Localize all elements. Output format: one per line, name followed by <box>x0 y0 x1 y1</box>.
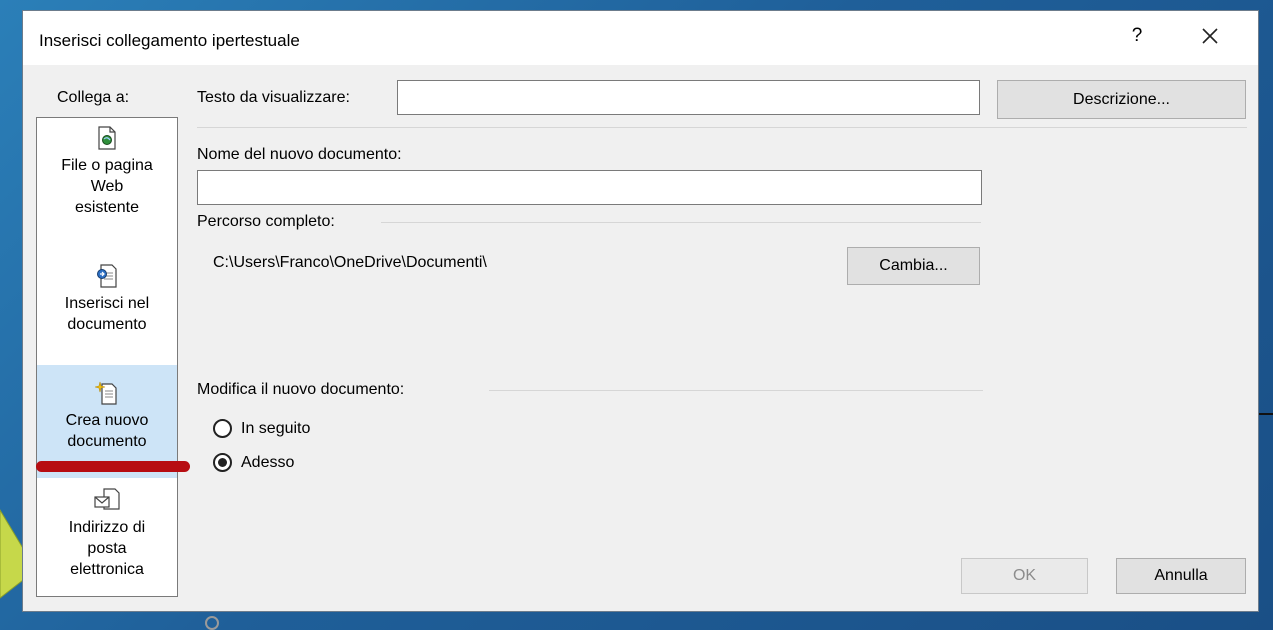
place-in-document-icon <box>97 264 117 288</box>
new-document-name-input[interactable] <box>197 170 982 205</box>
edit-new-document-label: Modifica il nuovo documento: <box>197 381 405 398</box>
radio-now-label[interactable]: Adesso <box>241 454 294 472</box>
nav-item-existing-file-or-web-page[interactable]: File o pagina Web esistente <box>37 126 177 242</box>
email-icon <box>94 488 120 510</box>
new-document-icon <box>95 381 117 405</box>
radio-now[interactable] <box>213 453 232 472</box>
nav-item-label: Indirizzo di posta elettronica <box>68 519 146 578</box>
separator <box>489 390 983 391</box>
help-button[interactable]: ? <box>1129 25 1145 47</box>
background-circle-shape <box>205 616 219 630</box>
nav-item-place-in-document[interactable]: Inserisci nel documento <box>37 264 177 364</box>
insert-hyperlink-dialog: Inserisci collegamento ipertestuale ? Co… <box>22 10 1259 612</box>
separator <box>381 222 981 223</box>
nav-item-label: File o pagina Web esistente <box>61 157 153 216</box>
title-bar: Inserisci collegamento ipertestuale ? <box>23 11 1258 65</box>
annotation-underline-mark <box>36 461 190 472</box>
nav-item-label: Inserisci nel documento <box>64 295 150 333</box>
radio-later-label[interactable]: In seguito <box>241 420 310 438</box>
close-icon <box>1202 28 1218 44</box>
link-to-label: Collega a: <box>57 89 130 106</box>
web-page-icon <box>98 126 116 150</box>
separator <box>197 127 1247 128</box>
ok-button[interactable]: OK <box>961 558 1088 594</box>
display-text-input[interactable] <box>397 80 980 115</box>
nav-item-label: Crea nuovo documento <box>65 412 149 450</box>
dialog-title: Inserisci collegamento ipertestuale <box>39 31 300 50</box>
change-path-button[interactable]: Cambia... <box>847 247 980 285</box>
radio-later[interactable] <box>213 419 232 438</box>
new-document-name-label: Nome del nuovo documento: <box>197 146 402 163</box>
cancel-button[interactable]: Annulla <box>1116 558 1246 594</box>
full-path-value: C:\Users\Franco\OneDrive\Documenti\ <box>213 254 487 271</box>
display-text-label: Testo da visualizzare: <box>197 89 350 106</box>
background-line <box>1259 413 1273 415</box>
link-to-panel: File o pagina Web esistente Inserisci ne… <box>36 117 178 597</box>
nav-item-email-address[interactable]: Indirizzo di posta elettronica <box>37 488 177 592</box>
close-button[interactable] <box>1195 21 1225 51</box>
description-button[interactable]: Descrizione... <box>997 80 1246 119</box>
full-path-label: Percorso completo: <box>197 213 335 230</box>
